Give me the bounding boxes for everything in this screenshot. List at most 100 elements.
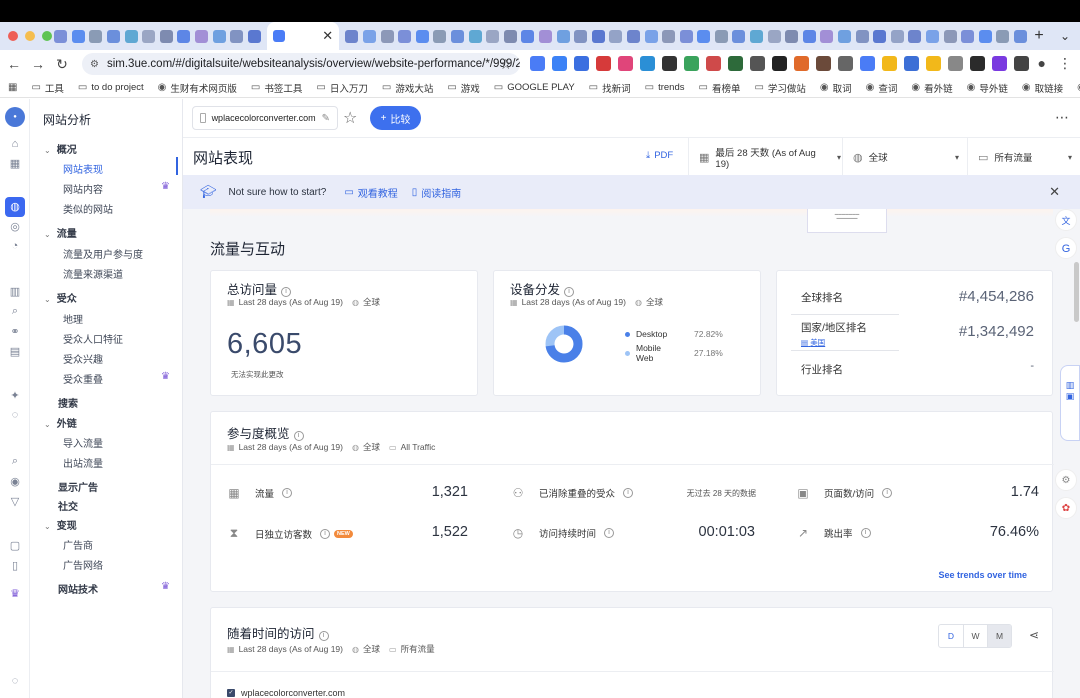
granularity-day[interactable]: D bbox=[939, 625, 963, 647]
home-icon[interactable]: ⌂ bbox=[7, 138, 23, 154]
sidebar-item-website-performance[interactable]: 网站表现 bbox=[63, 161, 103, 176]
sidebar-item-advertisers[interactable]: 广告商 bbox=[63, 537, 93, 552]
side-panel-tab[interactable]: ▥ ▣ bbox=[1060, 365, 1080, 441]
browser-tab[interactable] bbox=[978, 29, 992, 43]
edit-pencil-icon[interactable]: ✎ bbox=[322, 113, 330, 124]
info-icon[interactable]: i bbox=[320, 528, 331, 539]
browser-tab[interactable] bbox=[71, 29, 85, 43]
ai-icon[interactable]: ✦ bbox=[7, 389, 23, 405]
compare-button[interactable]: + 比较 bbox=[370, 106, 421, 130]
bookmark-item[interactable]: ◉ 查词 bbox=[866, 81, 898, 95]
bookmark-item[interactable]: ▭ 工具 bbox=[31, 81, 63, 95]
browser-tab[interactable] bbox=[609, 29, 623, 43]
sidebar-section-outbound[interactable]: ⌄ 外链 bbox=[44, 415, 77, 430]
scan-icon[interactable]: ◉ bbox=[7, 475, 23, 491]
info-icon[interactable]: i bbox=[860, 528, 871, 538]
sidebar-item-website-content[interactable]: 网站内容 bbox=[63, 181, 103, 196]
granularity-month[interactable]: M bbox=[987, 625, 1011, 647]
share-icon[interactable]: ⋖ bbox=[1029, 628, 1039, 642]
bookmark-item[interactable]: ▭ GOOGLE PLAY bbox=[494, 82, 575, 93]
crown-icon[interactable]: ♛ bbox=[7, 587, 23, 603]
download-icon[interactable]: ⤓ bbox=[1019, 55, 1025, 72]
profile-icon[interactable]: ● bbox=[1038, 55, 1046, 72]
info-icon[interactable]: i bbox=[318, 631, 329, 641]
browser-tab[interactable] bbox=[89, 29, 103, 43]
chart-icon[interactable]: ▥ bbox=[7, 285, 23, 301]
dashboard-icon[interactable]: ▦ bbox=[7, 157, 23, 173]
clipboard-icon[interactable]: ▢ bbox=[7, 539, 23, 555]
browser-tab[interactable] bbox=[908, 29, 922, 43]
keyword-icon[interactable]: ⌕ bbox=[7, 305, 23, 321]
bookmark-item[interactable]: ▭ to do project bbox=[78, 82, 144, 93]
browser-tab[interactable] bbox=[873, 29, 887, 43]
browser-tab[interactable] bbox=[433, 29, 447, 43]
info-icon[interactable]: i bbox=[293, 431, 304, 441]
browser-tab[interactable] bbox=[961, 29, 975, 43]
tab-search-button[interactable]: ⌄ bbox=[1050, 29, 1080, 43]
browser-tab[interactable] bbox=[503, 29, 517, 43]
browser-tab[interactable] bbox=[177, 29, 191, 43]
site-info-icon[interactable]: ⚙ bbox=[90, 59, 99, 70]
target-icon[interactable]: ◌ bbox=[7, 409, 23, 425]
extension-icon[interactable] bbox=[706, 56, 721, 71]
bookmark-item[interactable]: ◉ 生财有术网页版 bbox=[158, 81, 237, 95]
browser-tab[interactable] bbox=[820, 29, 834, 43]
browser-tab[interactable] bbox=[54, 29, 68, 43]
bookmark-item[interactable]: ▭ 日入万刀 bbox=[316, 81, 367, 95]
extension-icon[interactable] bbox=[948, 56, 963, 71]
extension-icon[interactable] bbox=[662, 56, 677, 71]
sidebar-item-audience-overlap[interactable]: 受众重叠 bbox=[63, 371, 103, 386]
bookmark-item[interactable]: ◉ 取链接 bbox=[1022, 81, 1063, 95]
browser-tab[interactable] bbox=[486, 29, 500, 43]
sidebar-section-website-tech[interactable]: 网站技术 bbox=[58, 581, 98, 596]
plugin-icon[interactable]: ✿ bbox=[1055, 497, 1077, 519]
reload-button[interactable]: ↻ bbox=[50, 56, 74, 73]
research-icon[interactable]: ◎ bbox=[7, 220, 23, 236]
sidebar-item-incoming-traffic[interactable]: 导入流量 bbox=[63, 435, 103, 450]
bookmark-item[interactable]: ▭ 游戏 bbox=[447, 81, 479, 95]
browser-tab[interactable] bbox=[838, 29, 852, 43]
apps-icon[interactable]: ▦ bbox=[8, 82, 17, 93]
browser-tab[interactable] bbox=[212, 29, 226, 43]
sidebar-item-geography[interactable]: 地理 bbox=[63, 311, 83, 326]
sidebar-item-demographics[interactable]: 受众人口特征 bbox=[63, 331, 123, 346]
browser-tab[interactable] bbox=[521, 29, 535, 43]
translate-icon[interactable]: 文 bbox=[1055, 209, 1077, 231]
browser-tab[interactable] bbox=[1013, 29, 1027, 43]
browser-tab[interactable] bbox=[732, 29, 746, 43]
browser-tab[interactable] bbox=[468, 29, 482, 43]
close-icon[interactable]: ✕ bbox=[1049, 184, 1060, 200]
browser-tab[interactable] bbox=[556, 29, 570, 43]
browser-tab[interactable] bbox=[662, 29, 676, 43]
minimize-window-button[interactable] bbox=[25, 31, 35, 41]
report-icon[interactable]: ▤ bbox=[7, 345, 23, 361]
browser-tab[interactable] bbox=[380, 29, 394, 43]
bookmark-item[interactable]: ▭ 学习做站 bbox=[754, 81, 805, 95]
browser-tab[interactable] bbox=[626, 29, 640, 43]
info-icon[interactable]: i bbox=[623, 488, 634, 498]
browser-tab[interactable] bbox=[767, 29, 781, 43]
forward-button[interactable]: → bbox=[26, 56, 50, 72]
close-window-button[interactable] bbox=[8, 31, 18, 41]
pdf-button[interactable]: ⤓ PDF bbox=[646, 150, 673, 161]
browser-tab[interactable] bbox=[785, 29, 799, 43]
browser-tab[interactable] bbox=[697, 29, 711, 43]
menu-icon[interactable]: ⋮ bbox=[1058, 55, 1072, 72]
sidebar-section-traffic[interactable]: ⌄ 流量 bbox=[44, 225, 77, 240]
extension-icon[interactable] bbox=[640, 56, 655, 71]
bookmark-item[interactable]: ◉ 取词 bbox=[820, 81, 852, 95]
extension-icon[interactable] bbox=[794, 56, 809, 71]
address-bar[interactable]: ⚙ sim.3ue.com/#/digitalsuite/websiteanal… bbox=[82, 53, 520, 75]
back-button[interactable]: ← bbox=[2, 56, 26, 72]
bookmark-item[interactable]: ▭ trends bbox=[645, 82, 685, 93]
filter-icon[interactable]: ▽ bbox=[7, 495, 23, 511]
active-tab[interactable]: ✕ bbox=[267, 22, 340, 50]
extension-icon[interactable] bbox=[552, 56, 567, 71]
sidebar-section-monetization[interactable]: ⌄ 变现 bbox=[44, 517, 77, 532]
sidebar-item-interests[interactable]: 受众兴趣 bbox=[63, 351, 103, 366]
browser-tab[interactable] bbox=[230, 29, 244, 43]
read-guide-link[interactable]: ▯ 阅读指南 bbox=[412, 185, 462, 200]
extension-icon[interactable] bbox=[618, 56, 633, 71]
browser-tab[interactable] bbox=[644, 29, 658, 43]
info-icon[interactable]: i bbox=[604, 528, 615, 538]
